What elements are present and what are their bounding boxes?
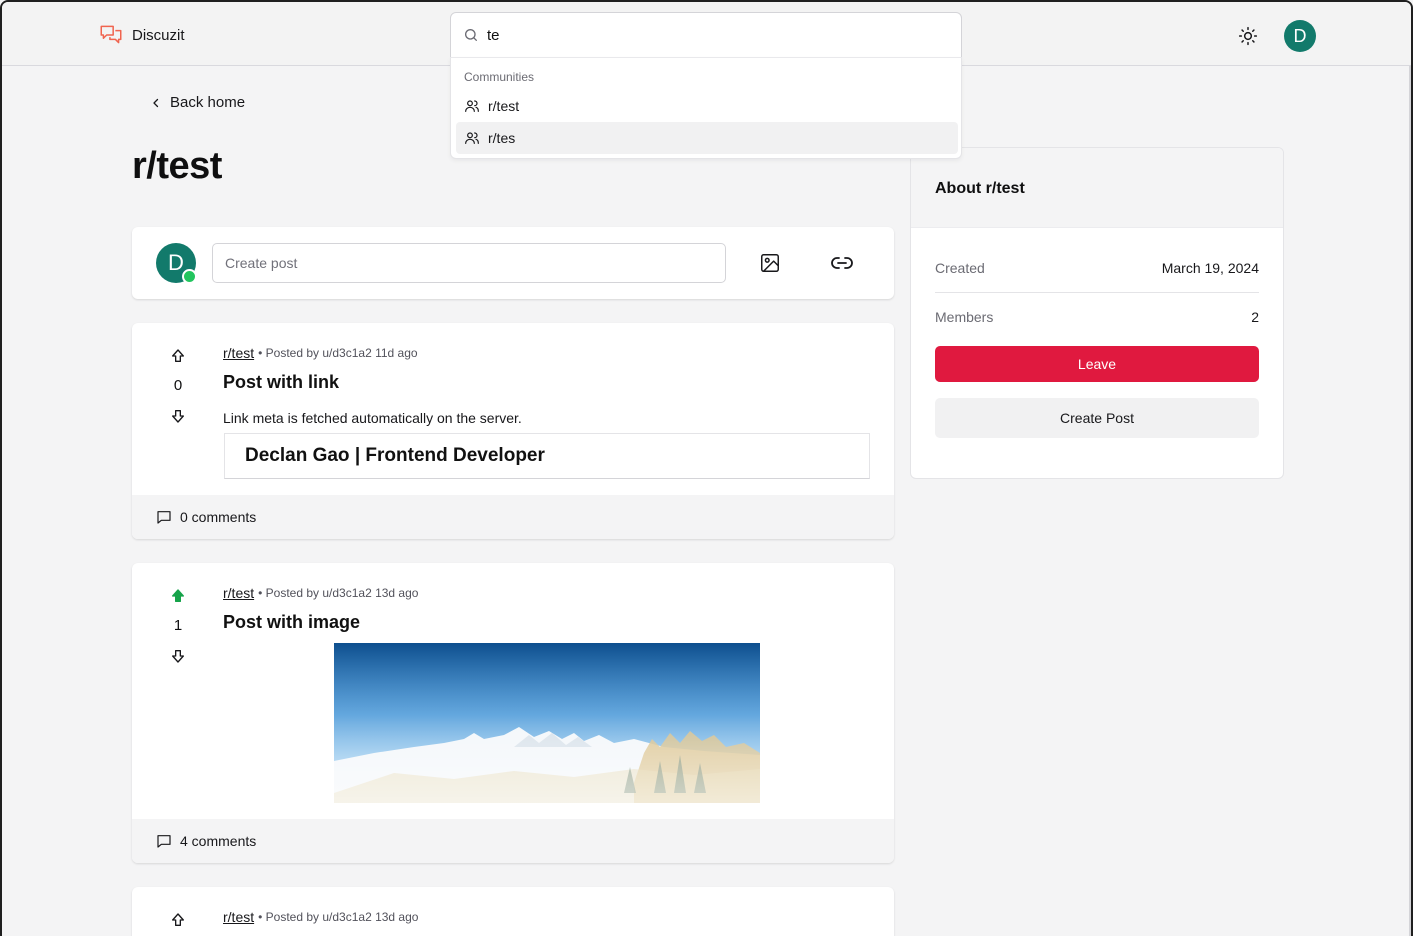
chevron-left-icon [153,98,159,107]
created-row: Created March 19, 2024 [935,260,1259,276]
about-community-card: About r/test Created March 19, 2024 Memb… [910,147,1284,479]
downvote-button[interactable] [166,404,190,428]
vote-column: 0 [166,344,190,428]
upvote-button[interactable] [166,344,190,368]
post-author-time: • Posted by u/d3c1a2 13d ago [258,586,419,600]
app-name: Discuzit [132,26,185,44]
members-label: Members [935,309,994,325]
leave-button[interactable]: Leave [935,346,1259,382]
subreddit-link[interactable]: r/test [223,585,254,601]
divider [935,292,1259,293]
vote-count: 0 [173,377,183,394]
window-edge [1409,66,1411,936]
comment-icon [157,511,171,524]
post-meta: r/test • Posted by u/d3c1a2 13d ago [223,909,418,925]
theme-toggle-button[interactable] [1236,24,1260,48]
arrow-down-icon [172,650,184,663]
members-value: 2 [1251,309,1259,325]
users-icon [465,132,479,144]
page-title: r/test [132,145,222,187]
results-section-heading: Communities [464,70,535,84]
app-window: Discuzit D Communities r/test r/t [0,0,1413,936]
vote-column [166,908,190,932]
arrow-up-icon [172,913,184,926]
downvote-button[interactable] [166,644,190,668]
created-value: March 19, 2024 [1161,260,1259,276]
post-body: Link meta is fetched automatically on th… [223,410,522,426]
created-label: Created [935,260,985,276]
comments-count: 4 comments [180,833,257,849]
arrow-up-icon [172,349,184,362]
post-title[interactable]: Post with link [223,372,339,393]
search-results-dropdown: Communities r/test r/tes [450,57,962,159]
user-avatar[interactable]: D [1284,20,1316,52]
add-image-button[interactable] [752,245,788,281]
post-image[interactable] [334,643,760,803]
add-link-button[interactable] [824,245,860,281]
post-meta: r/test • Posted by u/d3c1a2 13d ago [223,585,418,601]
sun-icon [1238,26,1258,46]
upvote-button[interactable] [166,908,190,932]
subreddit-link[interactable]: r/test [223,909,254,925]
post-author-time: • Posted by u/d3c1a2 11d ago [258,346,418,360]
online-status-dot [182,269,197,284]
post-card: r/test • Posted by u/d3c1a2 13d ago [132,887,894,936]
post-card: 1 r/test • Posted by u/d3c1a2 13d ago Po… [132,563,894,863]
link-icon [831,257,853,269]
link-preview[interactable]: Declan Gao | Frontend Developer [224,433,870,479]
chat-bubbles-icon [100,25,122,44]
comments-link[interactable]: 0 comments [132,495,894,539]
vote-count: 1 [173,617,183,634]
search-result-item[interactable]: r/test [456,90,958,122]
logo[interactable]: Discuzit [98,22,185,48]
search-bar[interactable] [450,12,962,58]
create-post-card: D [132,227,894,299]
post-meta: r/test • Posted by u/d3c1a2 11d ago [223,345,418,361]
search-result-label: r/tes [488,130,516,146]
post-title[interactable]: Post with image [223,612,360,633]
vote-column: 1 [166,584,190,668]
create-post-button[interactable]: Create Post [935,398,1259,438]
search-icon [465,29,477,41]
search-input[interactable] [487,26,927,44]
create-post-input[interactable] [212,243,726,283]
comments-link[interactable]: 4 comments [132,819,894,863]
comment-icon [157,835,171,848]
about-title: About r/test [911,148,1283,228]
members-row: Members 2 [935,309,1259,325]
post-author-time: • Posted by u/d3c1a2 13d ago [258,910,419,924]
arrow-up-filled-icon [172,589,184,602]
search-result-label: r/test [488,98,520,114]
image-icon [761,254,779,272]
search-result-item[interactable]: r/tes [456,122,958,154]
post-card: 0 r/test • Posted by u/d3c1a2 11d ago Po… [132,323,894,539]
comments-count: 0 comments [180,509,257,525]
subreddit-link[interactable]: r/test [223,345,254,361]
users-icon [465,100,479,112]
back-home-label: Back home [170,94,246,111]
arrow-down-icon [172,410,184,423]
upvote-button-active[interactable] [166,584,190,608]
back-home-link[interactable]: Back home [150,94,245,111]
